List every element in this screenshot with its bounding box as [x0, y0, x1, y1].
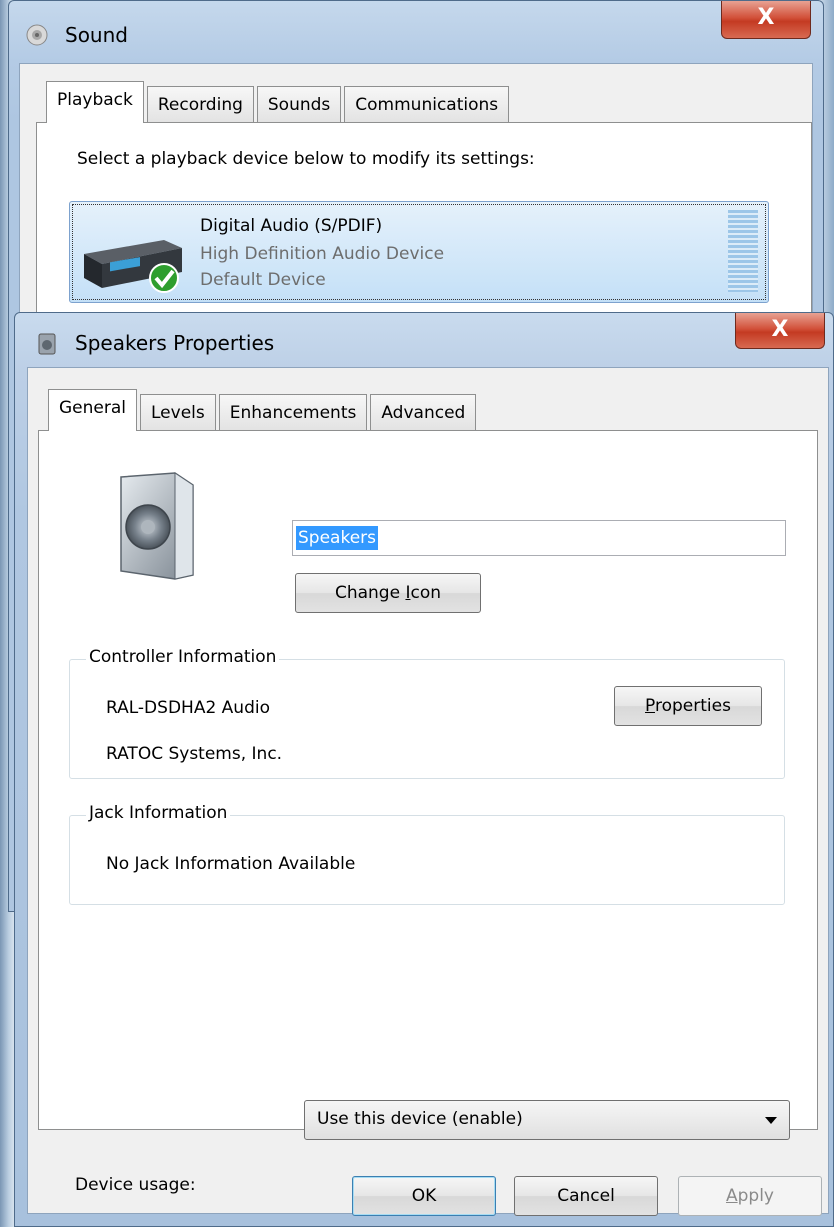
sound-tabs: Playback Recording Sounds Communications — [46, 80, 512, 123]
apply-label-key: A — [725, 1186, 738, 1206]
tab-advanced[interactable]: Advanced — [370, 394, 477, 430]
device-name: Digital Audio (S/PDIF) — [200, 216, 383, 236]
controller-info-title: Controller Information — [86, 647, 280, 667]
props-tabs: General Levels Enhancements Advanced — [48, 388, 479, 431]
playback-instruction: Select a playback device below to modify… — [77, 149, 535, 169]
ok-button[interactable]: OK — [352, 1176, 496, 1216]
volume-meter — [728, 210, 758, 292]
device-usage-select[interactable]: Use this device (enable) — [304, 1100, 790, 1140]
device-driver: High Definition Audio Device — [200, 244, 445, 264]
speaker-properties-icon — [38, 333, 56, 355]
cancel-button[interactable]: Cancel — [514, 1176, 658, 1216]
props-title: Speakers Properties — [75, 331, 275, 355]
controller-name: RAL-DSDHA2 Audio — [106, 698, 270, 718]
controller-info-group: Controller Information RAL-DSDHA2 Audio … — [69, 647, 785, 779]
general-panel: Speakers Change Icon Controller Informat… — [38, 430, 818, 1195]
apply-button[interactable]: Apply — [678, 1176, 822, 1216]
device-status: Default Device — [200, 270, 326, 290]
device-usage-value: Use this device (enable) — [317, 1109, 523, 1129]
device-usage-label: Device usage: — [75, 1175, 196, 1195]
chevron-down-icon — [765, 1117, 777, 1124]
tab-enhancements[interactable]: Enhancements — [218, 394, 368, 430]
device-name-value: Speakers — [296, 526, 379, 550]
tab-levels[interactable]: Levels — [140, 394, 216, 430]
properties-label-key: P — [645, 696, 655, 716]
speaker-icon — [26, 24, 48, 46]
speaker-icon-large — [120, 472, 194, 580]
sound-close-button[interactable]: X — [721, 1, 811, 39]
tab-playback[interactable]: Playback — [46, 81, 144, 123]
properties-label-rest: roperties — [654, 696, 731, 716]
jack-info-title: Jack Information — [86, 803, 231, 823]
tab-general[interactable]: General — [48, 389, 137, 431]
device-row-digital-audio[interactable]: Digital Audio (S/PDIF) High Definition A… — [69, 201, 769, 303]
device-name-input[interactable]: Speakers — [292, 520, 786, 556]
change-icon-label-pre: Change — [334, 583, 406, 603]
tab-recording[interactable]: Recording — [146, 86, 254, 122]
controller-vendor: RATOC Systems, Inc. — [106, 744, 283, 764]
jack-info-group: Jack Information No Jack Information Ava… — [69, 803, 785, 905]
controller-properties-button[interactable]: Properties — [614, 686, 762, 726]
apply-label-rest: pply — [737, 1186, 774, 1206]
change-icon-button[interactable]: Change Icon — [295, 573, 481, 613]
sound-titlebar: Sound X — [9, 1, 823, 61]
jack-info-text: No Jack Information Available — [106, 854, 356, 874]
speakers-properties-window: Speakers Properties X General Levels Enh… — [14, 312, 834, 1227]
props-body: General Levels Enhancements Advanced Spe… — [27, 367, 829, 1216]
tab-communications[interactable]: Communications — [344, 86, 510, 122]
props-close-button[interactable]: X — [735, 313, 825, 349]
tab-sounds[interactable]: Sounds — [256, 86, 342, 122]
audio-device-icon — [84, 240, 182, 293]
sound-title: Sound — [65, 23, 128, 47]
change-icon-label-post: con — [410, 583, 442, 603]
